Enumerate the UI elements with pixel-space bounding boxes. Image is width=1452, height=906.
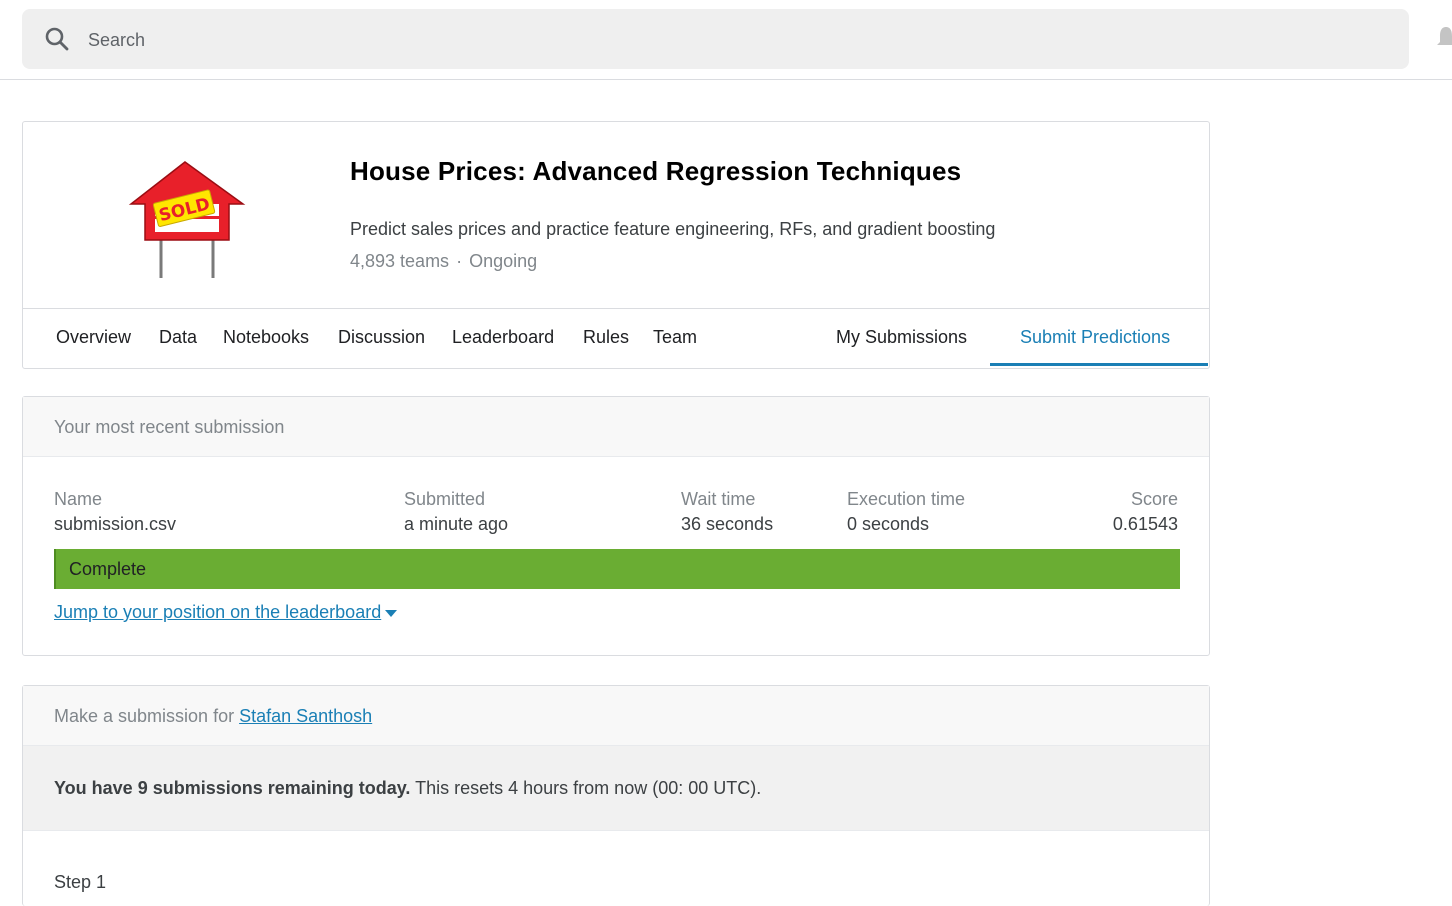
submissions-reset-text: This resets 4 hours from now (00: 00 UTC… xyxy=(410,778,762,798)
caret-down-icon[interactable] xyxy=(385,609,398,617)
jump-to-leaderboard-link[interactable]: Jump to your position on the leaderboard xyxy=(54,602,398,623)
competition-meta: 4,893 teams · Ongoing xyxy=(350,251,537,272)
tab-rules[interactable]: Rules xyxy=(583,327,629,348)
recent-submission-card: Your most recent submission Name submiss… xyxy=(22,396,1210,656)
status-complete: Complete xyxy=(69,559,147,579)
make-submission-header: Make a submission for Stafan Santhosh xyxy=(23,686,1209,745)
submissions-remaining-text: You have 9 submissions remaining today. … xyxy=(54,778,761,799)
tab-submit-predictions[interactable]: Submit Predictions xyxy=(1020,327,1170,348)
submissions-remaining-count: You have 9 submissions remaining today. xyxy=(54,778,411,798)
competition-logo: SOLD xyxy=(128,161,246,278)
status-bar: Complete xyxy=(54,549,1180,589)
active-tab-indicator xyxy=(990,363,1208,366)
tab-data[interactable]: Data xyxy=(159,327,197,348)
tab-notebooks[interactable]: Notebooks xyxy=(223,327,309,348)
recent-submission-heading: Your most recent submission xyxy=(54,417,285,437)
name-value: submission.csv xyxy=(54,514,177,534)
step-label: Step 1 xyxy=(54,872,107,892)
execution-time-value: 0 seconds xyxy=(847,514,930,534)
wait-time-label: Wait time xyxy=(681,489,756,509)
competition-tabs: Overview Data Notebooks Discussion Leade… xyxy=(23,309,1209,368)
make-submission-heading: Make a submission for Stafan Santhosh xyxy=(54,706,372,727)
jump-link-text[interactable]: Jump to your position on the leaderboard xyxy=(54,602,381,622)
wait-time-value: 36 seconds xyxy=(681,514,774,534)
make-submission-card: Make a submission for Stafan Santhosh Yo… xyxy=(22,685,1210,906)
submissions-remaining-banner: You have 9 submissions remaining today. … xyxy=(23,745,1209,831)
make-submission-prefix: Make a submission for xyxy=(54,706,240,726)
tab-my-submissions[interactable]: My Submissions xyxy=(836,327,967,348)
submitted-value: a minute ago xyxy=(404,514,509,534)
competition-status: Ongoing xyxy=(469,251,538,271)
meta-separator: · xyxy=(456,251,463,271)
competition-header-card: SOLD House Prices: Advanced Regression T… xyxy=(22,121,1210,369)
tab-leaderboard[interactable]: Leaderboard xyxy=(452,327,554,348)
execution-time-label: Execution time xyxy=(847,489,966,509)
tab-discussion[interactable]: Discussion xyxy=(338,327,425,348)
competition-title: House Prices: Advanced Regression Techni… xyxy=(350,156,962,186)
user-profile-link[interactable]: Stafan Santhosh xyxy=(239,706,372,726)
search-icon xyxy=(45,27,69,51)
top-bar xyxy=(0,0,1452,80)
tab-overview[interactable]: Overview xyxy=(56,327,131,348)
submitted-label: Submitted xyxy=(404,489,486,509)
recent-submission-header: Your most recent submission xyxy=(23,397,1209,457)
search-bar[interactable] xyxy=(22,9,1409,71)
team-count: 4,893 teams xyxy=(350,251,450,271)
name-label: Name xyxy=(54,489,103,509)
competition-summary: SOLD House Prices: Advanced Regression T… xyxy=(23,122,1209,309)
score-label: Score xyxy=(1130,489,1178,509)
competition-description: Predict sales prices and practice featur… xyxy=(350,219,996,239)
search-input[interactable] xyxy=(86,9,1390,71)
notification-bell-icon[interactable] xyxy=(1436,24,1452,52)
tab-team[interactable]: Team xyxy=(653,327,697,348)
score-value: 0.61543 xyxy=(1112,514,1178,534)
